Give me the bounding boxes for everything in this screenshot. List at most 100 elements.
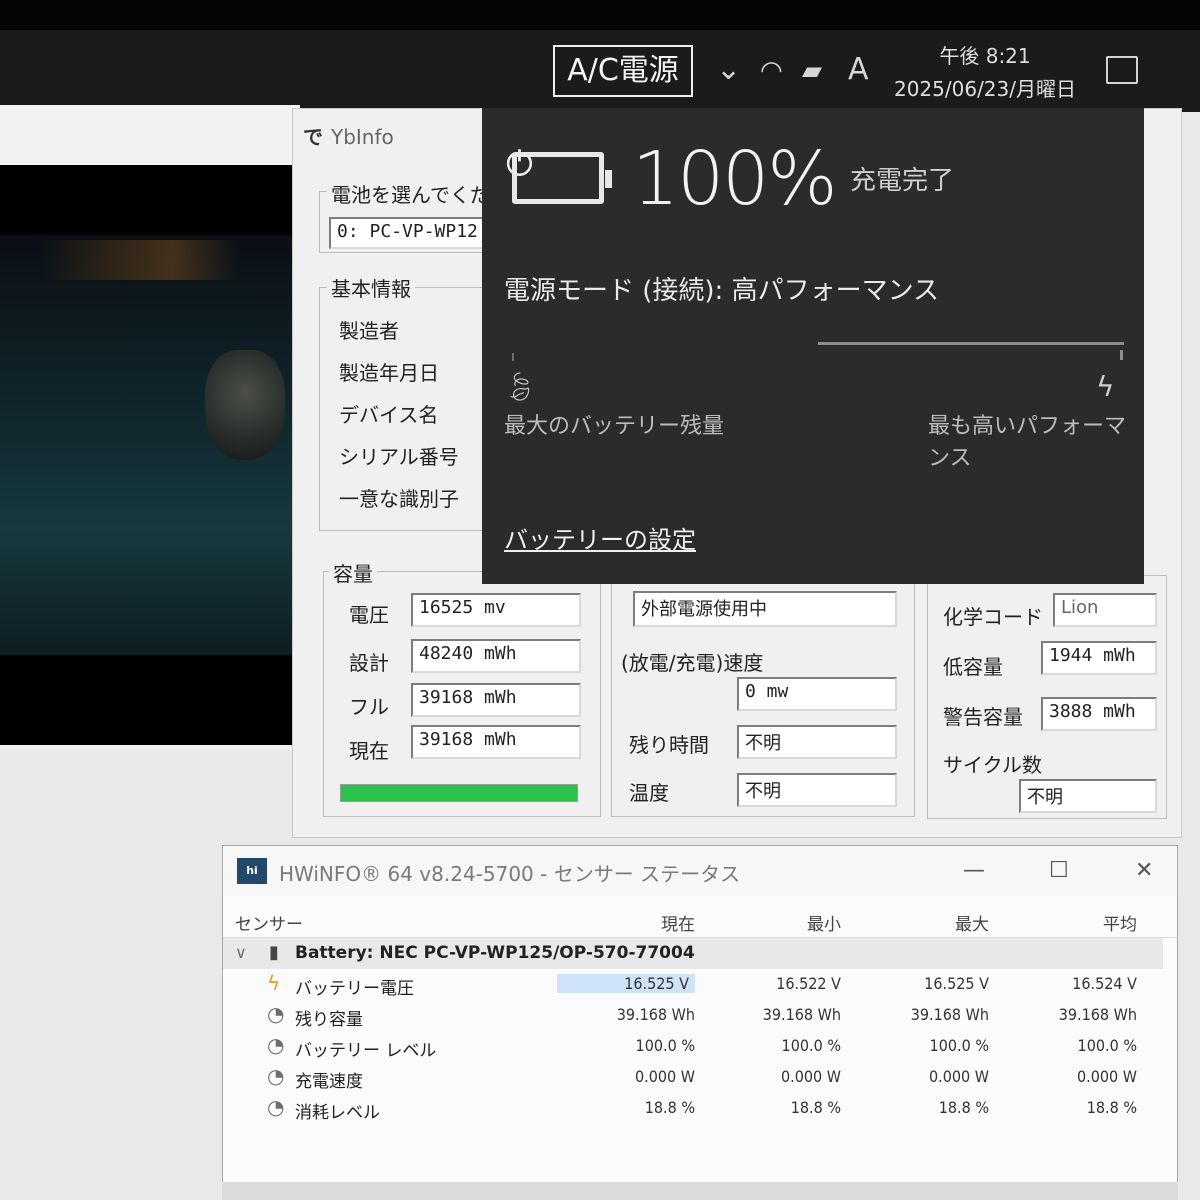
chemistry-code-label: 化学コード [943,605,1043,629]
sensor-value-max: 100.0 % [929,1036,989,1055]
sensor-group-name: Battery: NEC PC-VP-WP125/OP-570-77004 [295,943,695,963]
sensor-row[interactable]: ◔ バッテリー レベル 100.0 % 100.0 % 100.0 % 100.0 % [223,1031,1163,1062]
taskbar: A/C電源 ⌄ ◠ ▰ A 午後 8:21 2025/06/23/月曜日 [0,0,1200,112]
power-state-field: 外部電源使用中 [633,591,897,627]
monitor-bezel [0,0,1200,30]
video-area[interactable] [0,165,292,745]
ybinfo-title-text: YbInfo [331,125,394,149]
warning-capacity-field: 3888 mWh [1041,697,1157,731]
sensor-value-avg: 18.8 % [1086,1098,1137,1117]
clock-icon: ◔ [267,1064,285,1088]
close-button[interactable]: ✕ [1135,858,1153,883]
sensor-name: 残り容量 [295,1010,363,1030]
sensor-row[interactable]: ◔ 消耗レベル 18.8 % 18.8 % 18.8 % 18.8 % [223,1093,1163,1124]
chemistry-code-field: Lion [1053,593,1157,627]
unique-id-label: 一意な識別子 [339,487,459,511]
clock-date: 2025/06/23/月曜日 [893,77,1076,101]
ime-indicator[interactable]: A [848,52,869,87]
sensor-name: バッテリー レベル [295,1041,437,1061]
column-header: センサー 現在 最小 最大 平均 [223,904,1177,938]
sensor-group-row[interactable]: ∨ ▮ Battery: NEC PC-VP-WP125/OP-570-7700… [223,938,1163,969]
battery-tray-icon[interactable]: ▰ [802,56,822,86]
power-mode-slider[interactable] [818,342,1124,345]
full-capacity-field: 39168 mWh [411,683,581,717]
hwinfo-logo-icon: hi [237,858,267,884]
hwinfo-title: HWiNFO® 64 v8.24-5700 - センサー ステータス [279,862,741,886]
clock-icon: ◔ [267,1033,285,1057]
battery-select-dropdown[interactable]: 0: PC-VP-WP12 [329,217,489,249]
battery-flyout: ⏻ 100% 充電完了 電源モード (接続): 高パフォーマンス 🍃︎ ϟ 最大… [482,108,1144,584]
collapse-chevron-icon[interactable]: ∨ [235,943,247,962]
full-capacity-label: フル [349,695,389,719]
voltage-field: 16525 mv [411,593,581,627]
sensor-row[interactable]: ◔ 残り容量 39.168 Wh 39.168 Wh 39.168 Wh 39.168 W… [223,1000,1163,1031]
remaining-time-label: 残り時間 [629,733,709,757]
chevron-up-icon[interactable]: ⌄ [716,52,741,87]
rate-label: (放電/充電)速度 [621,651,764,675]
sensor-value-cur: 0.000 W [635,1067,695,1086]
sensor-row[interactable]: ◔ 充電速度 0.000 W 0.000 W 0.000 W 0.000 W [223,1062,1163,1093]
cycle-count-label: サイクル数 [943,753,1042,777]
power-mode-label: 電源モード (接続): 高パフォーマンス [504,276,940,306]
sensor-name: 充電速度 [295,1072,363,1092]
video-light-glow [40,240,240,280]
design-capacity-field: 48240 mWh [411,639,581,673]
sensor-value-min: 16.522 V [776,974,841,993]
col-max[interactable]: 最大 [955,910,989,935]
sensor-value-cur: 100.0 % [635,1036,695,1055]
sensor-name: 消耗レベル [295,1103,380,1123]
sensor-value-max: 39.168 Wh [910,1005,989,1024]
sensor-value-max: 16.525 V [924,974,989,993]
rate-field: 0 mw [737,677,897,711]
low-capacity-label: 低容量 [943,655,1003,679]
sensor-value-avg: 100.0 % [1077,1036,1137,1055]
clock-icon: ◔ [267,1002,285,1026]
sensor-value-min: 0.000 W [781,1067,841,1086]
battery-icon [512,152,612,204]
video-person [205,350,285,460]
current-capacity-field: 39168 mWh [411,725,581,759]
warning-capacity-label: 警告容量 [943,705,1023,729]
voltage-label: 電圧 [349,603,389,627]
lightning-icon: ϟ [267,971,281,995]
col-current[interactable]: 現在 [661,910,695,935]
remaining-time-field: 不明 [737,725,897,759]
clock-icon: ◔ [267,1095,285,1119]
sensor-value-min: 39.168 Wh [762,1005,841,1024]
col-avg[interactable]: 平均 [1103,910,1137,935]
ybinfo-logo-icon: で [303,125,323,149]
temperature-label: 温度 [629,781,669,805]
notification-center-icon[interactable] [1106,56,1138,84]
video-player-window [0,105,300,750]
clock-time: 午後 8:21 [939,44,1031,68]
low-capacity-field: 1944 mWh [1041,641,1157,675]
sensor-value-avg: 39.168 Wh [1058,1005,1137,1024]
battery-settings-link[interactable]: バッテリーの設定 [504,520,696,555]
maximize-button[interactable]: ☐ [1049,858,1069,883]
col-min[interactable]: 最小 [807,910,841,935]
battery-percent: 100% [632,136,838,222]
battery-icon: ▮ [269,942,279,963]
minimize-button[interactable]: — [963,858,985,883]
sensor-value-max: 18.8 % [938,1098,989,1117]
capacity-label: 容量 [329,558,377,587]
design-capacity-label: 設計 [349,651,389,675]
charge-status: 充電完了 [850,166,955,196]
basic-info-label: 基本情報 [327,273,415,302]
sensor-value-avg: 0.000 W [1077,1067,1137,1086]
battery-select-label: 電池を選んでくだ [327,179,494,208]
sensor-name: バッテリー電圧 [295,979,414,999]
slider-start-tick [512,353,514,361]
manufacturer-label: 製造者 [339,319,399,343]
sensor-value-cur: 18.8 % [644,1098,695,1117]
power-source-indicator[interactable]: A/C電源 [553,45,693,97]
sensor-row[interactable]: ϟ バッテリー電圧 16.525 V 16.522 V 16.525 V 16.524 V [223,969,1163,1000]
wifi-icon[interactable]: ◠ [760,56,783,86]
video-frame [0,235,292,655]
window-bottom-strip [222,1182,1178,1200]
serial-number-label: シリアル番号 [339,445,459,469]
best-battery-caption: 最大のバッテリー残量 [504,414,725,439]
col-sensor[interactable]: センサー [235,910,303,935]
hwinfo-titlebar: hi HWiNFO® 64 v8.24-5700 - センサー ステータス — … [223,846,1177,896]
clock[interactable]: 午後 8:21 2025/06/23/月曜日 [890,40,1080,106]
